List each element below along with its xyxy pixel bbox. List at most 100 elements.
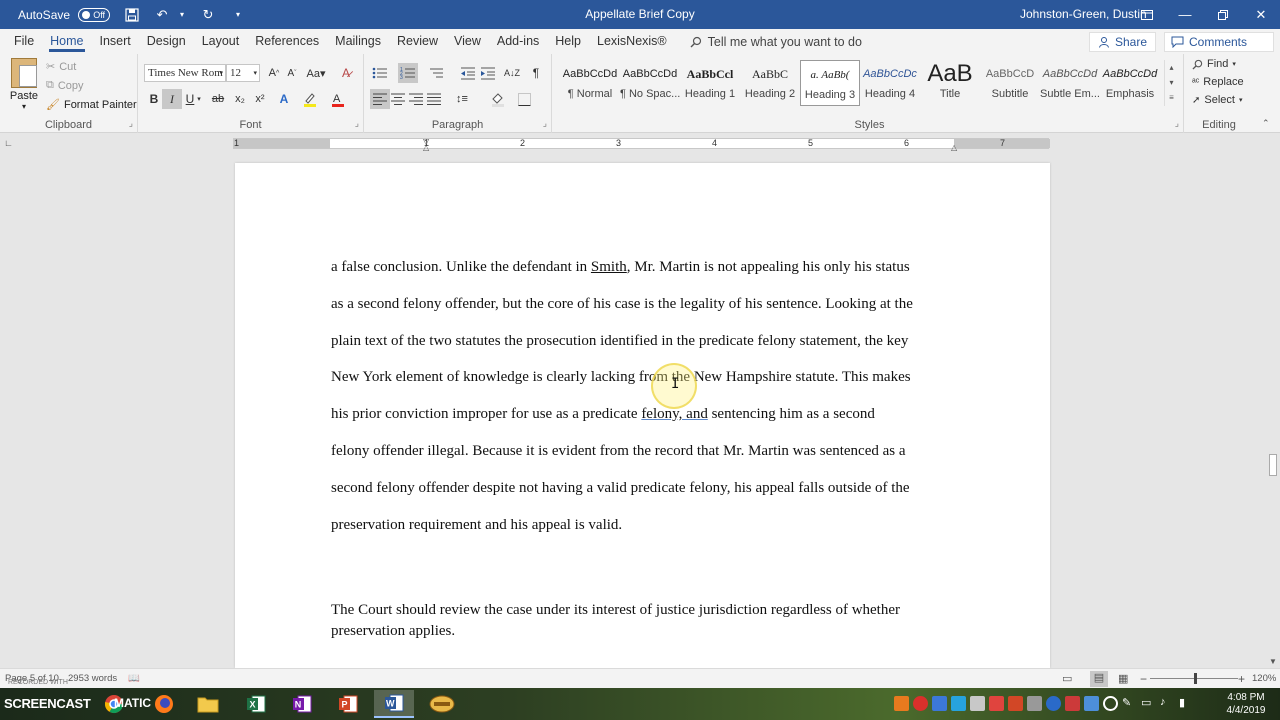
tab-design[interactable]: Design [140,29,193,54]
paragraph-launcher-icon[interactable]: ⌟ [543,118,547,129]
sort-icon[interactable]: A↓Z [502,63,522,83]
copy-button[interactable]: ⧉ Copy [46,79,84,92]
zoom-out-icon[interactable]: − [1140,672,1147,686]
clipboard-launcher-icon[interactable]: ⌟ [129,118,133,129]
borders-icon[interactable] [514,89,534,109]
tab-view[interactable]: View [447,29,488,54]
save-icon[interactable] [124,7,140,23]
increase-indent-icon[interactable] [478,63,498,83]
taskbar-onenote[interactable]: N [282,690,322,718]
align-right-icon[interactable] [406,89,426,109]
scroll-down-icon[interactable]: ▼ [1269,657,1277,666]
styles-launcher-icon[interactable]: ⌟ [1175,118,1179,129]
tray-app-icon[interactable] [913,696,928,711]
taskbar-screencast[interactable] [422,690,462,718]
superscript-icon[interactable]: x² [250,89,270,109]
shrink-font-icon[interactable]: Aˇ [282,63,302,83]
pen-icon[interactable]: ✎ [1122,696,1137,711]
bluetooth-icon[interactable] [1046,696,1061,711]
tab-mailings[interactable]: Mailings [328,29,388,54]
tray-app-icon[interactable] [1103,696,1118,711]
proofing-icon[interactable]: 📖 [128,673,140,684]
autosave-toggle[interactable]: Off [78,7,111,22]
paragraph-1[interactable]: a false conclusion. Unlike the defendant… [331,249,955,543]
strikethrough-icon[interactable]: ab [208,89,228,109]
right-indent-marker[interactable]: △ [951,143,957,152]
style-heading-1[interactable]: AaBbCcl Heading 1 [680,60,740,106]
format-painter-button[interactable]: 🖌 Format Painter [46,98,137,112]
ribbon-display-options-icon[interactable] [1128,0,1166,29]
style-heading-3[interactable]: a. AaBb( Heading 3 [800,60,860,106]
minimize-icon[interactable]: — [1166,0,1204,29]
word-count[interactable]: 2953 words [68,673,117,684]
vertical-scrollbar[interactable]: ▼ [1266,134,1280,668]
tray-app-icon[interactable] [1065,696,1080,711]
tab-review[interactable]: Review [390,29,445,54]
style-heading-2[interactable]: AaBbC Heading 2 [740,60,800,106]
tab-home[interactable]: Home [43,29,90,54]
find-button[interactable]: Find ▾ [1192,58,1236,70]
shading-icon[interactable] [488,89,508,109]
styles-gallery-scroll[interactable]: ▴ ▾ ≡ [1164,60,1178,106]
tray-app-icon[interactable] [1084,696,1099,711]
hanging-indent-marker[interactable]: △ [423,143,429,152]
print-layout-icon[interactable]: ▤ [1090,670,1108,687]
tab-layout[interactable]: Layout [195,29,247,54]
text-effects-icon[interactable]: A [274,89,294,109]
restore-icon[interactable] [1204,0,1242,29]
scrollbar-thumb[interactable] [1269,454,1277,476]
document-page[interactable]: a false conclusion. Unlike the defendant… [235,163,1050,668]
style-emphasis[interactable]: AaBbCcDd Emphasis [1100,60,1160,106]
select-button[interactable]: ➚ Select ▾ [1192,94,1242,106]
share-button[interactable]: Share [1088,32,1156,52]
taskbar-powerpoint[interactable]: P [328,690,368,718]
line-spacing-icon[interactable]: ↕≡ [452,89,472,109]
collapse-ribbon-icon[interactable]: ⌃ [1262,118,1270,129]
tab-add-ins[interactable]: Add-ins [490,29,546,54]
style-normal[interactable]: AaBbCcDd ¶ Normal [560,60,620,106]
style-heading-4[interactable]: AaBbCcDc Heading 4 [860,60,920,106]
subscript-icon[interactable]: x₂ [230,89,250,109]
multilevel-list-icon[interactable] [426,63,446,83]
zoom-slider[interactable] [1150,673,1238,684]
style-title[interactable]: AaB Title [920,60,980,106]
bold-icon[interactable]: B [144,89,164,109]
clear-formatting-icon[interactable]: A̷ [336,63,356,83]
tray-app-icon[interactable] [894,696,909,711]
network-icon[interactable]: ▭ [1141,696,1156,711]
replace-button[interactable]: ᵃᶜ Replace [1192,76,1244,88]
redo-icon[interactable]: ↻ [200,7,216,23]
tab-lexisnexis[interactable]: LexisNexis® [590,29,674,54]
taskbar-file-explorer[interactable] [188,690,228,718]
read-mode-icon[interactable]: ▭ [1062,672,1072,685]
taskbar-word[interactable]: W [374,690,414,718]
tray-app-icon[interactable] [932,696,947,711]
undo-dropdown-icon[interactable]: ▾ [178,7,186,23]
tab-selector-icon[interactable]: ∟ [4,138,15,149]
tray-app-icon[interactable] [970,696,985,711]
font-color-icon[interactable]: A [328,89,348,109]
taskbar-firefox[interactable] [144,690,184,718]
clock[interactable]: 4:08 PM 4/4/2019 [1218,691,1274,717]
cut-button[interactable]: ✂ Cut [46,60,76,74]
align-center-icon[interactable] [388,89,408,109]
paste-button[interactable]: Paste ▾ [8,58,40,111]
taskbar-chrome[interactable]: MATIC [94,690,151,718]
zoom-in-icon[interactable]: + [1238,672,1245,686]
taskbar-excel[interactable]: X [236,690,276,718]
style-subtle-emphasis[interactable]: AaBbCcDd Subtle Em... [1040,60,1100,106]
align-left-icon[interactable] [370,89,390,109]
tray-app-icon[interactable] [1027,696,1042,711]
volume-icon[interactable]: ♪ [1160,696,1175,711]
battery-icon[interactable]: ▮ [1179,696,1194,711]
italic-icon[interactable]: I [162,89,182,109]
undo-icon[interactable]: ↶ [154,7,170,23]
tab-help[interactable]: Help [548,29,588,54]
tell-me-box[interactable]: Tell me what you want to do [690,29,862,54]
tab-file[interactable]: File [7,29,41,54]
close-icon[interactable]: ✕ [1242,0,1280,29]
web-layout-icon[interactable]: ▦ [1118,672,1128,685]
numbering-icon[interactable]: 123 [398,63,418,83]
style-no-spacing[interactable]: AaBbCcDd ¶ No Spac... [620,60,680,106]
tray-app-icon[interactable] [989,696,1004,711]
